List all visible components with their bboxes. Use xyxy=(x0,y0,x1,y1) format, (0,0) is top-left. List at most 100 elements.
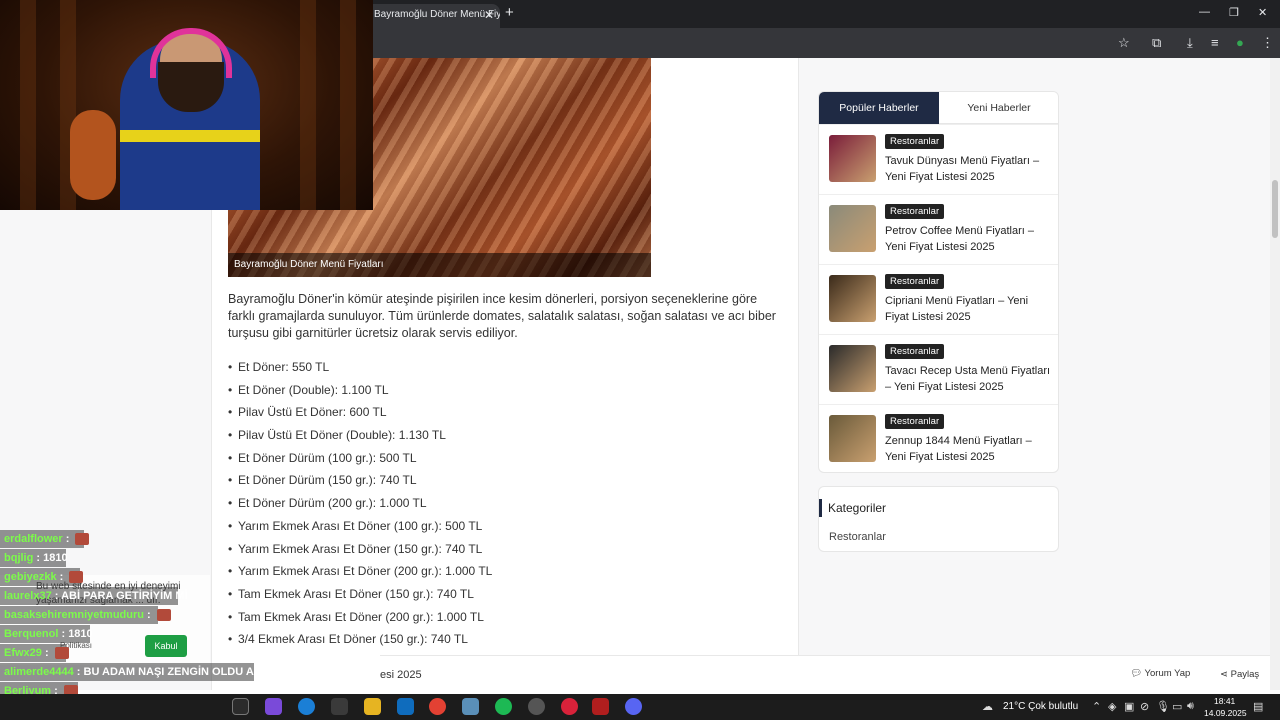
post-title[interactable]: Petrov Coffee Menü Fiyatları – Yeni Fiya… xyxy=(885,223,1053,255)
chat-username[interactable]: Berquenol xyxy=(0,628,58,640)
clock-time[interactable]: 18:41 xyxy=(1214,696,1235,706)
category-badge[interactable]: Restoranlar xyxy=(885,204,945,219)
chat-username[interactable]: erdalflower xyxy=(0,533,63,545)
hero-caption: Bayramoğlu Döner Menü Fiyatları xyxy=(228,253,651,277)
opera-icon[interactable] xyxy=(561,698,578,715)
close-window-icon[interactable]: ✕ xyxy=(1258,6,1267,19)
chat-emote-icon xyxy=(75,533,90,546)
post-thumbnail[interactable] xyxy=(829,415,876,462)
post-thumbnail[interactable] xyxy=(829,275,876,322)
store-icon[interactable] xyxy=(331,698,348,715)
minimize-icon[interactable]: — xyxy=(1199,6,1210,18)
chat-separator: : xyxy=(56,571,67,583)
post-title[interactable]: Tavuk Dünyası Menü Fiyatları – Yeni Fiya… xyxy=(885,153,1053,185)
tray-app-icon[interactable]: ◈ xyxy=(1108,700,1116,713)
chrome-icon[interactable] xyxy=(429,698,446,715)
edge-icon[interactable] xyxy=(298,698,315,715)
new-tab-button[interactable]: + xyxy=(505,4,514,21)
post-thumbnail[interactable] xyxy=(829,135,876,182)
tab-new-news[interactable]: Yeni Haberler xyxy=(939,92,1058,124)
tray-app-icon[interactable]: ⊘ xyxy=(1140,700,1149,713)
tray-app-icon[interactable]: ▣ xyxy=(1124,700,1134,713)
restore-icon[interactable]: ❐ xyxy=(1229,6,1239,19)
download-icon[interactable]: ⤓ xyxy=(1187,35,1193,51)
chat-text: BU ADAM NAŞI ZENGİN OLDU AMK xyxy=(83,666,271,678)
chat-username[interactable]: laurelx37 xyxy=(0,590,52,602)
obs-icon[interactable] xyxy=(528,698,545,715)
popular-post[interactable]: Restoranlar Zennup 1844 Menü Fiyatları – … xyxy=(819,404,1058,472)
post-title[interactable]: Tavacı Recep Usta Menü Fiyatları – Yeni … xyxy=(885,363,1053,395)
comment-button[interactable]: 💬︎ Yorum Yap xyxy=(1130,668,1190,679)
bookmark-star-icon[interactable]: ☆ xyxy=(1118,35,1130,51)
chat-separator: : xyxy=(51,590,62,602)
chat-message: erdalflower : xyxy=(0,530,90,548)
post-title[interactable]: Zennup 1844 Menü Fiyatları – Yeni Fiyat … xyxy=(885,433,1053,465)
chat-emote-icon xyxy=(156,609,171,622)
chat-emote-icon xyxy=(54,647,69,660)
popular-post[interactable]: Restoranlar Tavacı Recep Usta Menü Fiyatl… xyxy=(819,334,1058,404)
clock-date[interactable]: 14.09.2025 xyxy=(1204,708,1247,718)
chat-separator: : xyxy=(58,628,69,640)
network-icon[interactable]: ▭ xyxy=(1172,700,1182,713)
browser-tab-active[interactable]: Bayramoğlu Döner Menü Fiyatl ✕ xyxy=(366,4,500,28)
scrollbar-thumb[interactable] xyxy=(1272,180,1278,238)
extensions-icon[interactable]: ⧉ xyxy=(1152,35,1161,51)
category-badge[interactable]: Restoranlar xyxy=(885,274,945,289)
spotify-icon[interactable] xyxy=(495,698,512,715)
chat-username[interactable]: alimerde4444 xyxy=(0,666,74,678)
menu-item: Et Döner Dürüm (200 gr.): 1.000 TL xyxy=(228,494,492,517)
popular-post[interactable]: Restoranlar Cipriani Menü Fiyatları – Yen… xyxy=(819,264,1058,334)
discord-icon[interactable] xyxy=(625,698,642,715)
chat-separator: : xyxy=(144,609,154,621)
category-badge[interactable]: Restoranlar xyxy=(885,414,945,429)
outlook-icon[interactable] xyxy=(397,698,414,715)
tray-chevron-icon[interactable]: ⌃ xyxy=(1092,700,1101,713)
chat-username[interactable]: Efwx29 xyxy=(0,647,42,659)
share-button[interactable]: ⋖ Paylaş xyxy=(1220,669,1259,680)
guitar-image xyxy=(70,110,116,200)
post-title[interactable]: Cipriani Menü Fiyatları – Yeni Fiyat Lis… xyxy=(885,293,1053,325)
notifications-icon[interactable]: ▤ xyxy=(1253,700,1263,713)
page-scrollbar[interactable] xyxy=(1270,58,1280,690)
popular-post[interactable]: Restoranlar Petrov Coffee Menü Fiyatları … xyxy=(819,194,1058,264)
chat-username[interactable]: basaksehiremniyetmuduru xyxy=(0,609,144,621)
chat-separator: : xyxy=(62,533,73,545)
voicemeeter-icon[interactable] xyxy=(592,698,609,715)
file-explorer-icon[interactable] xyxy=(364,698,381,715)
volume-icon[interactable]: 🔊︎ xyxy=(1187,700,1194,713)
media-icon[interactable]: ≡ xyxy=(1211,35,1219,50)
task-view-icon[interactable] xyxy=(232,698,249,715)
chat-message: basaksehiremniyetmuduru : xyxy=(0,606,171,624)
category-badge[interactable]: Restoranlar xyxy=(885,134,945,149)
chat-text: 1810 xyxy=(43,552,68,564)
microphone-icon[interactable]: 🎙︎ xyxy=(1156,700,1170,713)
post-thumbnail[interactable] xyxy=(829,345,876,392)
article-intro: Bayramoğlu Döner'in kömür ateşinde pişir… xyxy=(228,292,776,340)
copilot-icon[interactable] xyxy=(265,698,282,715)
tab-title: Bayramoğlu Döner Menü Fiyatl xyxy=(374,9,500,20)
weather-icon: ☁ xyxy=(982,701,993,713)
chat-message: Berquenol : 1810 xyxy=(0,625,93,643)
post-thumbnail[interactable] xyxy=(829,205,876,252)
tab-close-icon[interactable]: ✕ xyxy=(484,4,494,26)
menu-kebab-icon[interactable]: ⋮ xyxy=(1261,35,1274,51)
chat-emote-icon xyxy=(69,571,84,584)
chat-text: ABİ PARA GETİRİYİM Mİ xyxy=(61,590,188,602)
category-link-restoranlar[interactable]: Restoranlar xyxy=(829,531,886,543)
weather-text[interactable]: 21°C Çok bulutlu xyxy=(1003,701,1078,712)
app-icon[interactable] xyxy=(462,698,479,715)
profile-icon[interactable]: ● xyxy=(1236,35,1244,50)
chat-username[interactable]: gebiyezkk xyxy=(0,571,57,583)
popular-post[interactable]: Restoranlar Tavuk Dünyası Menü Fiyatları … xyxy=(819,124,1058,194)
chat-text: 1810 xyxy=(68,628,93,640)
sticky-bottom-bar: esi 2025 💬︎ Yorum Yap ⋖ Paylaş xyxy=(380,655,1270,690)
bottom-article-title: esi 2025 xyxy=(380,669,422,681)
chat-message: bqjlig : 1810 xyxy=(0,549,68,567)
chat-message: laurelx37 : ABİ PARA GETİRİYİM Mİ xyxy=(0,587,188,605)
tab-popular-news[interactable]: Popüler Haberler xyxy=(819,92,939,124)
category-badge[interactable]: Restoranlar xyxy=(885,344,945,359)
stream-chat-overlay: erdalflower : bqjlig : 1810 gebiyezkk : l… xyxy=(0,528,380,720)
popular-news-widget: Popüler Haberler Yeni Haberler Restoranl… xyxy=(818,91,1059,473)
menu-item: Pilav Üstü Et Döner: 600 TL xyxy=(228,403,492,426)
chat-username[interactable]: bqjlig xyxy=(0,552,33,564)
